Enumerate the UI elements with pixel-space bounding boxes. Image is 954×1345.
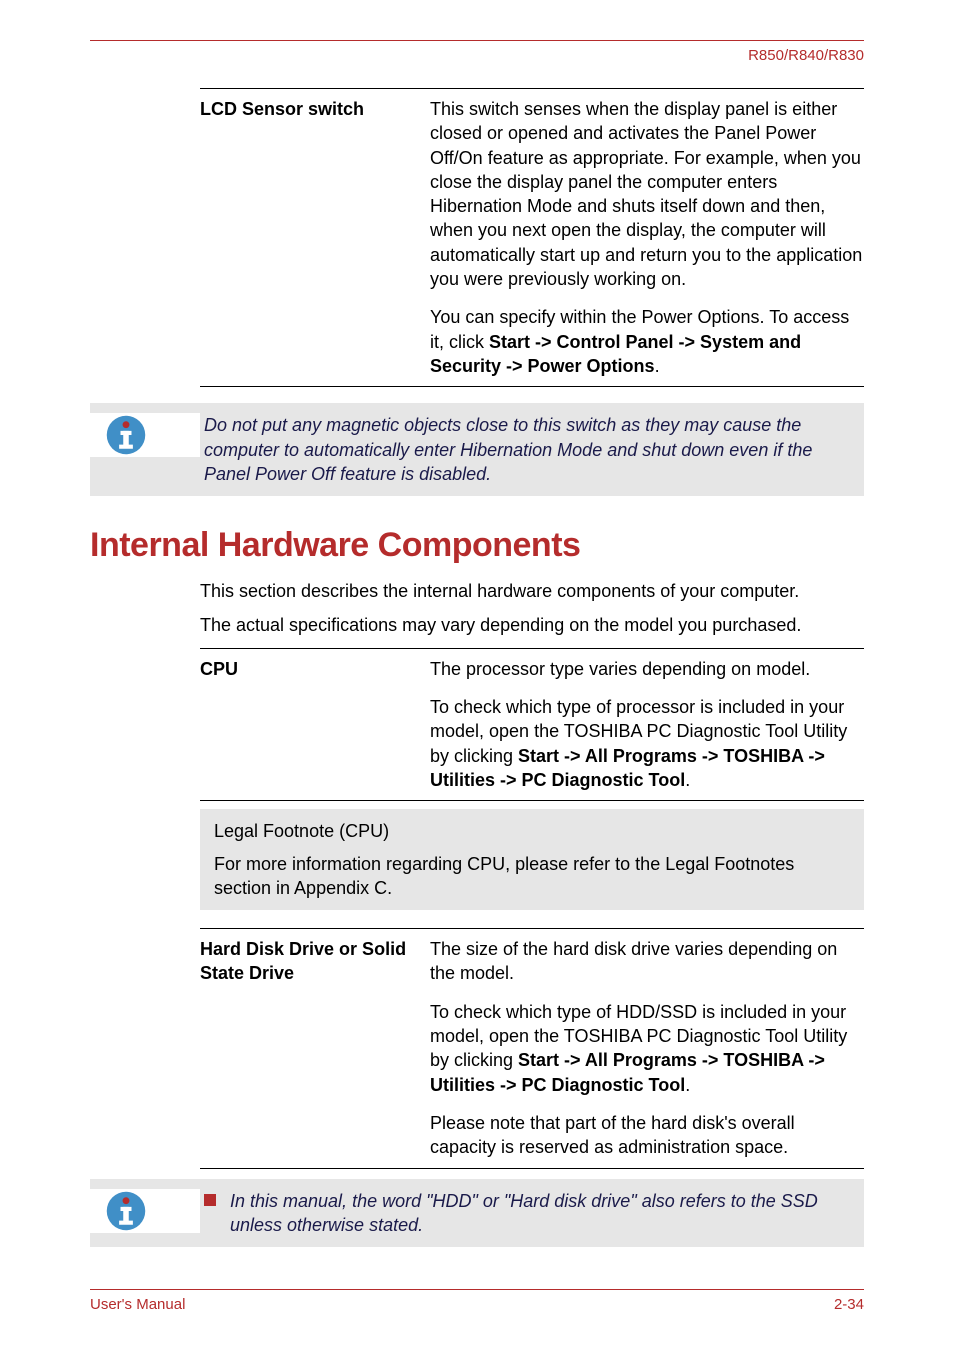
info-icon xyxy=(104,1189,148,1233)
lcd-sensor-para1: This switch senses when the display pane… xyxy=(430,97,864,291)
note-magnetic-text: Do not put any magnetic objects close to… xyxy=(200,413,850,486)
header-rule xyxy=(90,40,864,41)
hdd-table: Hard Disk Drive or Solid State Drive The… xyxy=(200,928,864,1168)
lcd-sensor-description: This switch senses when the display pane… xyxy=(430,89,864,387)
hdd-para3: Please note that part of the hard disk's… xyxy=(430,1111,864,1160)
cpu-para2-post: . xyxy=(685,770,690,790)
hdd-description: The size of the hard disk drive varies d… xyxy=(430,929,864,1168)
cpu-label: CPU xyxy=(200,648,430,800)
cpu-para2: To check which type of processor is incl… xyxy=(430,695,864,792)
hdd-label: Hard Disk Drive or Solid State Drive xyxy=(200,929,430,1168)
footer-right: 2-34 xyxy=(834,1296,864,1313)
lcd-sensor-table: LCD Sensor switch This switch senses whe… xyxy=(200,88,864,387)
bullet-square-icon xyxy=(204,1194,216,1206)
footer-left: User's Manual xyxy=(90,1296,185,1313)
hdd-para1: The size of the hard disk drive varies d… xyxy=(430,937,864,986)
cpu-description: The processor type varies depending on m… xyxy=(430,648,864,800)
header-model-text: R850/R840/R830 xyxy=(90,47,864,64)
hdd-para2-post: . xyxy=(685,1075,690,1095)
section-title: Internal Hardware Components xyxy=(90,526,864,565)
legal-footnote-block: Legal Footnote (CPU) For more informatio… xyxy=(200,809,864,910)
lcd-sensor-para2: You can specify within the Power Options… xyxy=(430,305,864,378)
note-hdd-text-col: In this manual, the word "HDD" or "Hard … xyxy=(200,1189,850,1238)
note-magnetic-icon-col xyxy=(90,413,200,457)
info-icon xyxy=(104,413,148,457)
lcd-sensor-label: LCD Sensor switch xyxy=(200,89,430,387)
note-hdd-callout: In this manual, the word "HDD" or "Hard … xyxy=(90,1179,864,1248)
legal-line2: For more information regarding CPU, plea… xyxy=(214,852,850,901)
note-magnetic-callout: Do not put any magnetic objects close to… xyxy=(90,403,864,496)
section-intro1: This section describes the internal hard… xyxy=(200,579,864,603)
page-footer: User's Manual 2-34 xyxy=(90,1289,864,1313)
cpu-para1: The processor type varies depending on m… xyxy=(430,657,864,681)
hdd-para2: To check which type of HDD/SSD is includ… xyxy=(430,1000,864,1097)
cpu-table: CPU The processor type varies depending … xyxy=(200,648,864,801)
lcd-sensor-para2-post: . xyxy=(655,356,660,376)
note-hdd-icon-col xyxy=(90,1189,200,1233)
footer-rule xyxy=(90,1289,864,1290)
section-intro2: The actual specifications may vary depen… xyxy=(200,613,864,637)
legal-line1: Legal Footnote (CPU) xyxy=(214,819,850,843)
note-hdd-text: In this manual, the word "HDD" or "Hard … xyxy=(230,1189,850,1238)
